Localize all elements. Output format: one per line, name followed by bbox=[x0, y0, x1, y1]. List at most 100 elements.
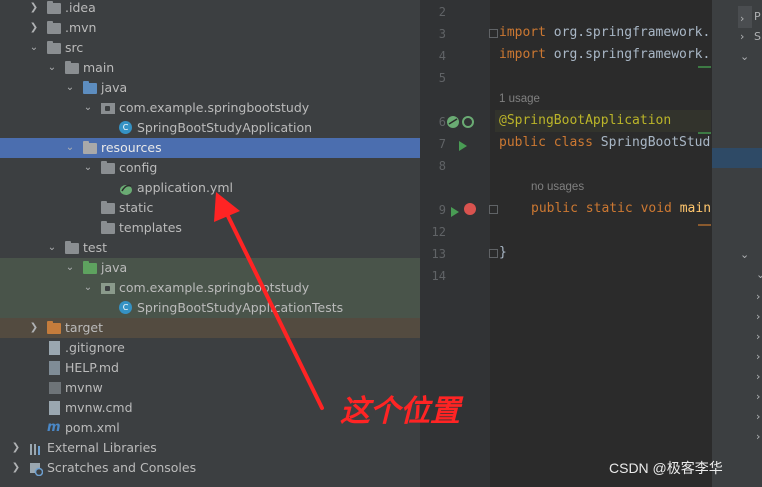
test-folder-icon bbox=[83, 261, 97, 274]
tree-item-label: mvnw bbox=[65, 380, 103, 395]
spring-class-icon bbox=[119, 121, 132, 134]
tree-item-src[interactable]: ⌄ src bbox=[0, 38, 420, 58]
tree-item-application-class[interactable]: SpringBootStudyApplication bbox=[0, 118, 420, 138]
chevron-down-icon[interactable]: ⌄ bbox=[82, 98, 94, 118]
chevron-down-icon[interactable]: ⌄ bbox=[28, 38, 40, 58]
tree-item-label: .mvn bbox=[65, 20, 97, 35]
chevron-right-icon[interactable]: › bbox=[756, 350, 760, 363]
run-gutter-icon[interactable] bbox=[458, 137, 468, 156]
tree-item-application-yml[interactable]: application.yml bbox=[0, 178, 420, 198]
tree-item-main-java[interactable]: ⌄ java bbox=[0, 78, 420, 98]
tree-item-label: java bbox=[101, 80, 128, 95]
tree-item-templates[interactable]: templates bbox=[0, 218, 420, 238]
tree-item-test[interactable]: ⌄ test bbox=[0, 238, 420, 258]
line-number: 3 bbox=[438, 27, 446, 41]
package-icon bbox=[101, 103, 115, 114]
tree-item-label: target bbox=[65, 320, 104, 335]
tree-item-label: main bbox=[83, 60, 115, 75]
resources-folder-icon bbox=[83, 141, 97, 154]
run-gutter-icon[interactable] bbox=[450, 203, 460, 222]
keyword: import bbox=[499, 25, 546, 40]
code-line-import-1: import org.springframework. bbox=[499, 25, 710, 40]
spring-yaml-icon bbox=[119, 181, 133, 195]
chevron-right-icon[interactable]: ❯ bbox=[28, 18, 40, 38]
chevron-right-icon[interactable]: ❯ bbox=[10, 438, 22, 458]
folder-icon bbox=[101, 221, 115, 234]
line-number: 4 bbox=[438, 49, 446, 63]
usage-hint[interactable]: no usages bbox=[531, 181, 584, 193]
package-icon bbox=[101, 283, 115, 294]
chevron-down-icon[interactable]: ⌄ bbox=[64, 258, 76, 278]
chevron-down-icon[interactable]: ⌄ bbox=[756, 268, 762, 281]
source-folder-icon bbox=[83, 81, 97, 94]
keyword: public class bbox=[499, 135, 593, 150]
tree-item-scratches[interactable]: ❯ Scratches and Consoles bbox=[0, 458, 420, 478]
chevron-right-icon[interactable]: › bbox=[756, 390, 760, 403]
chevron-down-icon[interactable]: ⌄ bbox=[82, 158, 94, 178]
chevron-down-icon[interactable]: ⌄ bbox=[82, 278, 94, 298]
chevron-right-icon[interactable]: › bbox=[740, 12, 744, 25]
chevron-right-icon[interactable]: ❯ bbox=[28, 0, 40, 18]
fold-icon[interactable] bbox=[489, 249, 498, 258]
tree-item-mvn[interactable]: ❯ .mvn bbox=[0, 18, 420, 38]
folder-icon bbox=[47, 1, 61, 14]
keyword: import bbox=[499, 47, 546, 62]
code-editor[interactable]: 2 3 4 5 6 7 8 9 12 13 14 import org.spri… bbox=[420, 0, 711, 487]
chevron-down-icon[interactable]: ⌄ bbox=[46, 58, 58, 78]
chevron-down-icon[interactable]: ⌄ bbox=[64, 138, 76, 158]
chevron-down-icon[interactable]: ⌄ bbox=[46, 238, 58, 258]
tree-item-label: resources bbox=[101, 140, 162, 155]
chevron-down-icon[interactable]: ⌄ bbox=[740, 248, 749, 261]
tree-item-label: .gitignore bbox=[65, 340, 125, 355]
chevron-right-icon[interactable]: › bbox=[756, 310, 760, 323]
fold-icon[interactable] bbox=[489, 205, 498, 214]
line-number: 7 bbox=[438, 137, 446, 151]
folder-icon bbox=[65, 61, 79, 74]
line-number: 9 bbox=[438, 203, 446, 217]
line-number: 13 bbox=[431, 247, 446, 261]
folder-icon bbox=[47, 21, 61, 34]
breakpoint-icon[interactable] bbox=[464, 203, 476, 215]
fold-icon[interactable] bbox=[489, 29, 498, 38]
tree-item-label: java bbox=[101, 260, 128, 275]
tree-item-main[interactable]: ⌄ main bbox=[0, 58, 420, 78]
change-marker bbox=[698, 132, 711, 134]
code-line-annotation: @SpringBootApplication bbox=[499, 113, 672, 128]
change-marker bbox=[698, 66, 711, 68]
tree-item-static[interactable]: static bbox=[0, 198, 420, 218]
tree-item-target[interactable]: ❯ target bbox=[0, 318, 420, 338]
tree-item-test-java[interactable]: ⌄ java bbox=[0, 258, 420, 278]
code-text: org.springframework. bbox=[553, 47, 711, 62]
tree-item-help-md[interactable]: HELP.md bbox=[0, 358, 420, 378]
tree-item-tests-class[interactable]: SpringBootStudyApplicationTests bbox=[0, 298, 420, 318]
tree-item-external-libraries[interactable]: ❯ External Libraries bbox=[0, 438, 420, 458]
chevron-right-icon[interactable]: › bbox=[756, 330, 760, 343]
tree-item-label: .idea bbox=[65, 0, 96, 15]
tree-item-test-package[interactable]: ⌄ com.example.springbootstudy bbox=[0, 278, 420, 298]
chevron-down-icon[interactable]: ⌄ bbox=[740, 50, 749, 63]
shell-script-icon bbox=[49, 382, 61, 394]
tree-item-label: SpringBootStudyApplicationTests bbox=[137, 300, 344, 315]
chevron-right-icon[interactable]: ❯ bbox=[28, 318, 40, 338]
code-text: org.springframework. bbox=[553, 25, 711, 40]
tree-item-config[interactable]: ⌄ config bbox=[0, 158, 420, 178]
chevron-right-icon[interactable]: › bbox=[756, 410, 760, 423]
tree-item-gitignore[interactable]: .gitignore bbox=[0, 338, 420, 358]
code-line-main: public static void main bbox=[531, 201, 711, 216]
tree-item-resources[interactable]: ⌄ resources bbox=[0, 138, 420, 158]
chevron-down-icon[interactable]: ⌄ bbox=[64, 78, 76, 98]
tree-item-label: static bbox=[119, 200, 154, 215]
chevron-right-icon[interactable]: › bbox=[756, 430, 760, 443]
chevron-right-icon[interactable]: › bbox=[740, 30, 744, 43]
tree-item-idea[interactable]: ❯ .idea bbox=[0, 0, 420, 18]
library-icon bbox=[29, 441, 43, 455]
chevron-right-icon[interactable]: › bbox=[756, 290, 760, 303]
method-name: main bbox=[679, 201, 711, 216]
usage-hint[interactable]: 1 usage bbox=[499, 93, 540, 105]
chevron-right-icon[interactable]: ❯ bbox=[10, 458, 22, 478]
folder-icon bbox=[65, 241, 79, 254]
tree-item-label: com.example.springbootstudy bbox=[119, 100, 310, 115]
spring-bean-gutter-icon[interactable] bbox=[446, 114, 476, 133]
chevron-right-icon[interactable]: › bbox=[756, 370, 760, 383]
tree-item-main-package[interactable]: ⌄ com.example.springbootstudy bbox=[0, 98, 420, 118]
